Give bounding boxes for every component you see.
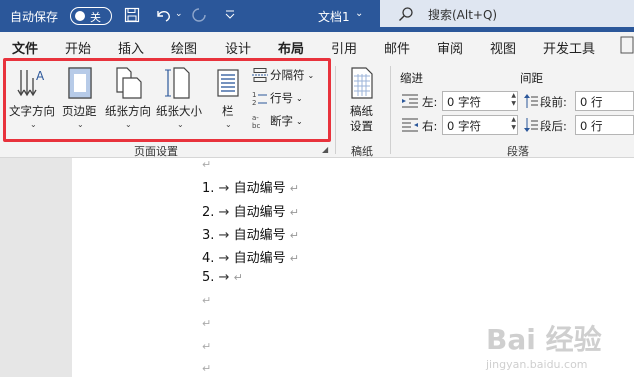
autosave-state: 关 [90, 11, 101, 24]
paragraph-mark: ↵ [289, 229, 299, 242]
group-separator [390, 66, 391, 154]
indent-right-value: 0 字符 [447, 119, 481, 133]
tab-review[interactable]: 审阅 [437, 38, 463, 57]
draft-paper-icon [348, 66, 376, 100]
indent-left-spinner-icon[interactable]: ▲ ▼ [511, 92, 516, 108]
list-number: 5. [202, 270, 215, 285]
undo-dropdown-icon[interactable]: ⌄ [175, 9, 183, 19]
tab-file[interactable]: 文件 [12, 38, 38, 57]
spacing-after-value: 0 行 [580, 119, 603, 133]
tab-arrow: → [218, 251, 230, 266]
watermark-url: jingyan.baidu.com [486, 358, 588, 371]
indent-right-label: 右: [422, 119, 438, 133]
spacing-after-label: 段后: [540, 119, 567, 133]
tab-layout[interactable]: 布局 [275, 38, 307, 63]
tab-arrow: → [218, 205, 230, 220]
indent-left-value: 0 字符 [447, 95, 481, 109]
draft-paper-label-2: 设置 [350, 119, 373, 133]
spacing-before-value: 0 行 [580, 95, 603, 109]
list-number: 1. [202, 181, 215, 196]
list-item[interactable]: 1. → 自动编号 ↵ [202, 177, 299, 196]
indent-right-icon [402, 118, 418, 132]
list-item[interactable]: 4. → 自动编号 ↵ [202, 247, 299, 266]
tab-overflow-icon[interactable] [620, 36, 634, 54]
tab-draw[interactable]: 绘图 [171, 38, 197, 57]
list-item[interactable]: 5. → ↵ [202, 270, 243, 285]
search-icon [398, 6, 414, 22]
watermark: Bai 经验 jingyan.baidu.com [486, 318, 632, 374]
title-dropdown-icon[interactable]: ⌄ [355, 8, 363, 19]
list-text: 自动编号 [233, 251, 286, 266]
list-number: 2. [202, 205, 215, 220]
undo-icon[interactable] [154, 7, 172, 23]
list-item[interactable]: 3. → 自动编号 ↵ [202, 224, 299, 243]
document-title[interactable]: 文档1 [318, 8, 350, 25]
spacing-after-icon [524, 117, 538, 133]
list-text: 自动编号 [233, 205, 286, 220]
tab-references[interactable]: 引用 [331, 38, 357, 57]
redo-icon[interactable] [190, 7, 208, 23]
tab-insert[interactable]: 插入 [118, 38, 144, 57]
paragraph-mark: ↵ [202, 362, 212, 375]
toggle-knob [75, 11, 85, 21]
spacing-after-input[interactable]: 0 行 [575, 115, 634, 135]
tab-arrow: → [218, 181, 230, 196]
group-separator [335, 66, 336, 154]
indent-left-input[interactable]: 0 字符 ▲ ▼ [442, 91, 518, 111]
paragraph-mark: ↵ [202, 294, 212, 307]
autosave-label: 自动保存 [10, 10, 59, 24]
save-icon[interactable] [124, 7, 140, 23]
paragraph-mark: ↵ [289, 182, 299, 195]
tab-arrow: → [218, 270, 230, 285]
autosave-toggle[interactable]: 关 [70, 7, 112, 25]
tab-developer[interactable]: 开发工具 [543, 38, 595, 57]
list-text: 自动编号 [233, 228, 286, 243]
spacing-before-icon [524, 93, 538, 109]
page-setup-launcher-icon[interactable]: ◢ [322, 145, 328, 154]
list-item[interactable]: 2. → 自动编号 ↵ [202, 201, 299, 220]
search-placeholder: 搜索(Alt+Q) [428, 8, 498, 22]
search-box[interactable]: 搜索(Alt+Q) [380, 0, 634, 27]
page-setup-group-label: 页面设置 [134, 145, 178, 158]
tab-arrow: → [218, 228, 230, 243]
ribbon-tabs: 文件 开始 插入 绘图 设计 布局 引用 邮件 审阅 视图 开发工具 [0, 32, 634, 63]
spacing-before-input[interactable]: 0 行 [575, 91, 634, 111]
draft-paper-button[interactable] [348, 66, 376, 100]
indent-right-spinner-icon[interactable]: ▲ ▼ [511, 116, 516, 132]
indent-right-input[interactable]: 0 字符 ▲ ▼ [442, 115, 518, 135]
draft-group-label: 稿纸 [351, 145, 373, 158]
customize-toolbar-icon[interactable] [224, 7, 236, 21]
tab-view[interactable]: 视图 [490, 38, 516, 57]
indent-left-icon [402, 94, 418, 108]
paragraph-mark: ↵ [202, 340, 212, 353]
list-text: 自动编号 [233, 181, 286, 196]
title-bar: 自动保存 关 ⌄ 文档1 ⌄ 搜索(Alt+Q) [0, 0, 634, 32]
indent-header: 缩进 [400, 71, 423, 85]
tab-design[interactable]: 设计 [225, 38, 251, 57]
list-number: 4. [202, 251, 215, 266]
list-number: 3. [202, 228, 215, 243]
paragraph-mark: ↵ [289, 206, 299, 219]
spacing-header: 间距 [520, 71, 543, 85]
paragraph-mark: ↵ [202, 158, 212, 171]
paragraph-mark: ↵ [233, 271, 243, 284]
paragraph-group-label: 段落 [507, 145, 529, 158]
draft-paper-label-1: 稿纸 [350, 104, 373, 118]
watermark-logo: Bai 经验 [486, 323, 602, 356]
highlight-box [3, 58, 331, 142]
indent-left-label: 左: [422, 95, 438, 109]
paragraph-mark: ↵ [289, 252, 299, 265]
tab-home[interactable]: 开始 [65, 38, 91, 57]
paragraph-mark: ↵ [202, 317, 212, 330]
tab-mailings[interactable]: 邮件 [384, 38, 410, 57]
spacing-before-label: 段前: [540, 95, 567, 109]
